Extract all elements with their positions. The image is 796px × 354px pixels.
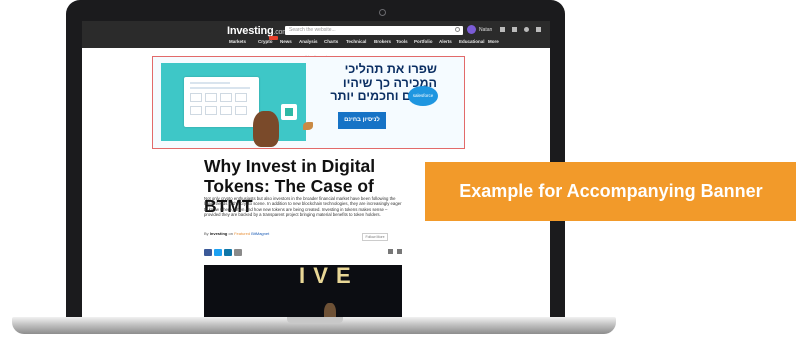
laptop-notch [287,317,343,323]
byline-tag[interactable]: Featured [234,231,250,236]
comment-icon[interactable] [397,249,402,254]
nav-technical[interactable]: Technical [346,39,366,44]
print-icon[interactable] [388,249,393,254]
laptop-base [12,317,616,334]
app-tile-icon [281,104,297,120]
byline-mid: on [228,231,233,236]
byline-author[interactable]: Investing [210,231,228,236]
search-icon[interactable] [455,27,460,32]
search-input[interactable]: Search the website... [285,26,463,35]
example-banner: Example for Accompanying Banner [425,162,796,221]
article-image: I V E [204,265,402,317]
speaker-figure [324,303,336,317]
avatar[interactable] [467,25,476,34]
camera-icon [379,9,386,16]
nav-charts[interactable]: Charts [324,39,338,44]
follow-button[interactable]: Follow More [362,233,388,241]
dashboard-box [190,106,202,115]
nav-alerts[interactable]: Alerts [439,39,452,44]
dashboard-box [190,93,202,102]
bird-icon [303,122,313,130]
main-nav: Markets Crypto News Analysis Charts Tech… [82,38,550,48]
example-banner-text: Example for Accompanying Banner [459,181,763,201]
linkedin-icon[interactable] [224,249,232,256]
site-logo[interactable]: Investing.com [227,25,288,37]
user-name[interactable]: Natan [479,27,492,33]
dashboard-box [205,106,217,115]
facebook-icon[interactable] [204,249,212,256]
dashboard-image [184,77,259,127]
nav-portfolio[interactable]: Portfolio [414,39,433,44]
nav-markets[interactable]: Markets [229,39,246,44]
byline-prefix: By [204,231,209,236]
settings-icon[interactable] [524,27,529,32]
stage-graphic: I V E [299,265,352,288]
chart-icon[interactable] [512,27,517,32]
dashboard-box [235,106,247,115]
byline: By Investing on Featured BitMagnet [204,231,269,236]
logo-text: Investing [227,25,274,37]
byline-link[interactable]: BitMagnet [251,231,269,236]
dashboard-row [190,87,250,89]
nav-more[interactable]: More [488,39,499,44]
search-placeholder: Search the website... [289,27,336,33]
menu-icon[interactable] [536,27,541,32]
article-body: Not only crypto enthusiasts but also inv… [204,196,402,218]
bell-icon[interactable] [500,27,505,32]
nav-educational[interactable]: Educational [459,39,485,44]
site-header: Investing.com Search the website... Nata… [82,21,550,48]
nav-brokers[interactable]: Brokers [374,39,391,44]
nav-news[interactable]: News [280,39,292,44]
ad-illustration [161,63,306,147]
salesforce-logo: salesforce [408,86,438,106]
dashboard-box [235,93,247,102]
bear-mascot-icon [253,111,279,147]
nav-analysis[interactable]: Analysis [299,39,318,44]
ad-banner[interactable]: שפרו את תהליכי המכירה כך שיהיו יעילים וח… [152,56,465,149]
dashboard-box [220,93,232,102]
dashboard-box [205,93,217,102]
twitter-icon[interactable] [214,249,222,256]
dashboard-box [220,106,232,115]
ad-cta-button[interactable]: לניסיון בחינם [338,112,386,129]
new-badge [269,36,278,40]
tile-inner [285,108,293,116]
email-icon[interactable] [234,249,242,256]
nav-tools[interactable]: Tools [396,39,408,44]
dashboard-row [190,82,230,84]
